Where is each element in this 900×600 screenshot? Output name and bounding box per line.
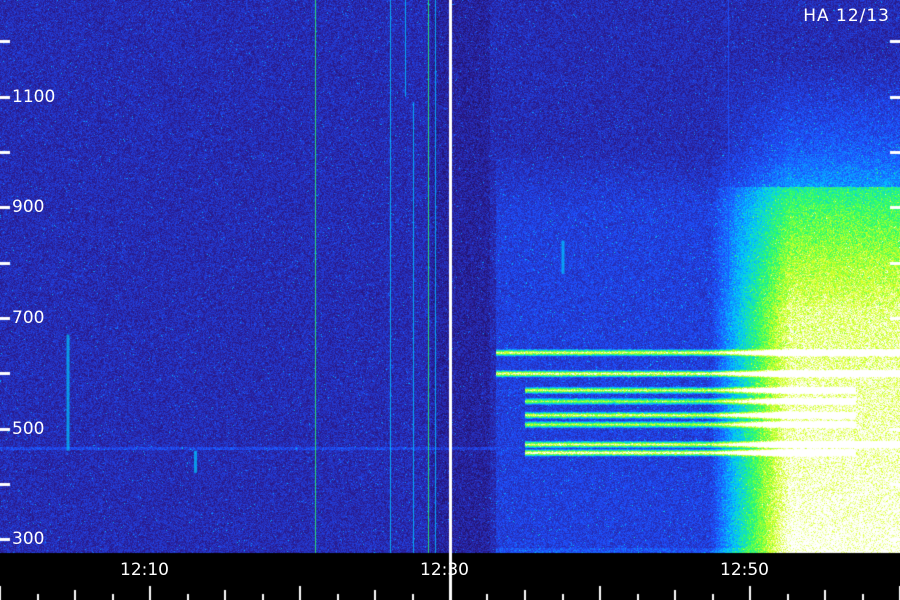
x-tick-label: 12:10 (120, 560, 169, 580)
y-tick-label: 900 (12, 197, 45, 217)
x-tick-label: 12:50 (720, 560, 769, 580)
y-tick-label: 700 (12, 308, 45, 328)
chart-title: HA 12/13 (803, 6, 890, 26)
y-tick-label: 500 (12, 419, 45, 439)
spectrogram-canvas (0, 0, 900, 600)
y-tick-label: 1100 (12, 87, 56, 107)
x-tick-label: 12:30 (420, 560, 469, 580)
y-tick-label: 300 (12, 529, 45, 549)
